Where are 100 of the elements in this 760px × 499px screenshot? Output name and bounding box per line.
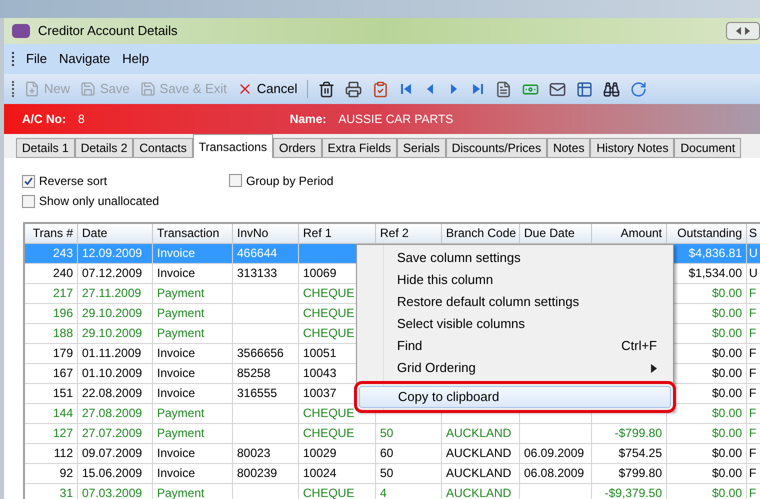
table-cell: F <box>749 386 756 400</box>
table-cell: U <box>749 246 758 260</box>
table-cell: F <box>749 486 756 499</box>
table-cell: -$799.80 <box>614 426 662 440</box>
table-cell: F <box>749 326 756 340</box>
table-cell: CHEQUE <box>303 426 354 440</box>
table-cell: F <box>749 366 756 380</box>
table-cell: -$9,379.50 <box>604 486 662 499</box>
table-cell: 27.08.2009 <box>82 406 142 420</box>
table-cell: F <box>749 286 756 300</box>
table-cell: F <box>749 406 756 420</box>
table-cell: 07.03.2009 <box>82 486 142 499</box>
table-cell: Invoice <box>157 366 196 380</box>
table-cell: 10029 <box>303 446 336 460</box>
table-cell: 10037 <box>303 386 336 400</box>
table-cell: AUCKLAND <box>446 426 512 440</box>
table-cell: $0.00 <box>712 326 742 340</box>
table-cell: 31 <box>60 486 73 499</box>
window-title: Creditor Account Details <box>38 22 178 40</box>
shortcut-label: Ctrl+F <box>621 337 657 356</box>
table-cell: F <box>749 426 756 440</box>
table-cell: 85258 <box>237 366 270 380</box>
table-cell: $0.00 <box>712 446 742 460</box>
table-cell: Invoice <box>157 466 196 480</box>
menu-item-label: Copy to clipboard <box>398 388 500 406</box>
table-cell: 217 <box>52 286 73 300</box>
table-cell: 4 <box>380 486 387 499</box>
table-cell: $0.00 <box>712 426 742 440</box>
table-cell: 92 <box>60 466 73 480</box>
table-cell: 01.10.2009 <box>82 366 142 380</box>
table-cell: 167 <box>52 366 73 380</box>
table-cell: $0.00 <box>712 346 742 360</box>
table-cell: 22.08.2009 <box>82 386 142 400</box>
table-cell: 10069 <box>303 266 336 280</box>
table-cell: $754.25 <box>618 446 662 460</box>
name-label: Name: <box>290 111 326 128</box>
table-cell: F <box>749 346 756 360</box>
table-cell: AUCKLAND <box>446 466 512 480</box>
table-cell: F <box>749 306 756 320</box>
table-cell: Invoice <box>157 346 196 360</box>
table-cell: 27.11.2009 <box>82 286 142 300</box>
table-cell: CHEQUE <box>303 286 354 300</box>
table-cell: $0.00 <box>712 386 742 400</box>
account-label: A/C No: <box>22 111 66 128</box>
table-cell: 50 <box>380 426 394 440</box>
table-cell: 29.10.2009 <box>82 326 142 340</box>
account-number: 8 <box>78 111 85 128</box>
table-cell: 127 <box>52 426 73 440</box>
menu-item-label: Hide this column <box>397 271 494 290</box>
table-cell: $0.00 <box>712 466 742 480</box>
table-cell: U <box>749 266 758 280</box>
menu-item-label: Save column settings <box>397 249 522 268</box>
menu-item-label: Find <box>397 337 424 356</box>
table-cell: 10051 <box>303 346 336 360</box>
table-cell: 196 <box>52 306 73 320</box>
table-cell: Payment <box>157 286 204 300</box>
table-cell: 12.09.2009 <box>82 246 142 260</box>
table-cell: 112 <box>54 446 73 460</box>
table-cell: 466644 <box>237 246 278 260</box>
table-cell: Payment <box>157 426 204 440</box>
table-cell: 29.10.2009 <box>82 306 142 320</box>
checkbox-label: Group by Period <box>246 173 334 190</box>
table-cell: 09.07.2009 <box>82 446 142 460</box>
table-cell: CHEQUE <box>303 406 354 420</box>
account-name: AUSSIE CAR PARTS <box>338 111 454 128</box>
menu-item-label: Grid Ordering <box>397 359 477 378</box>
table-cell: 240 <box>52 266 73 280</box>
table-cell: $0.00 <box>712 306 742 320</box>
table-cell: CHEQUE <box>303 306 354 320</box>
table-cell: 800239 <box>237 466 278 480</box>
table-cell: $0.00 <box>712 406 742 420</box>
table-cell: AUCKLAND <box>446 486 512 499</box>
table-cell: 179 <box>52 346 73 360</box>
table-cell: CHEQUE <box>303 326 354 340</box>
table-cell: Payment <box>157 306 204 320</box>
table-cell: AUCKLAND <box>446 446 512 460</box>
table-cell: 06.08.2009 <box>524 466 584 480</box>
table-cell: 3566656 <box>237 346 284 360</box>
table-cell: Invoice <box>157 446 196 460</box>
table-cell: 27.07.2009 <box>82 426 142 440</box>
table-cell: F <box>749 446 756 460</box>
menu-item-label: Select visible columns <box>397 315 526 334</box>
table-cell: Invoice <box>157 246 196 260</box>
checkbox-label: Show only unallocated <box>39 193 160 210</box>
menu-item-label: Restore default column settings <box>397 293 580 312</box>
table-cell: 01.11.2009 <box>82 346 142 360</box>
checkbox-label: Reverse sort <box>39 173 108 190</box>
table-cell: CHEQUE <box>303 486 354 499</box>
table-cell: F <box>749 466 756 480</box>
table-cell: 80023 <box>237 446 270 460</box>
table-cell: 07.12.2009 <box>82 266 142 280</box>
table-cell: 50 <box>380 466 394 480</box>
table-cell: 316555 <box>237 386 278 400</box>
table-cell: 243 <box>52 246 73 260</box>
table-cell: 10043 <box>303 366 336 380</box>
table-cell: Payment <box>157 326 204 340</box>
table-cell: $799.80 <box>618 466 662 480</box>
table-cell: $0.00 <box>712 286 742 300</box>
table-cell: 15.06.2009 <box>82 466 142 480</box>
table-cell: $4,836.81 <box>688 246 742 260</box>
